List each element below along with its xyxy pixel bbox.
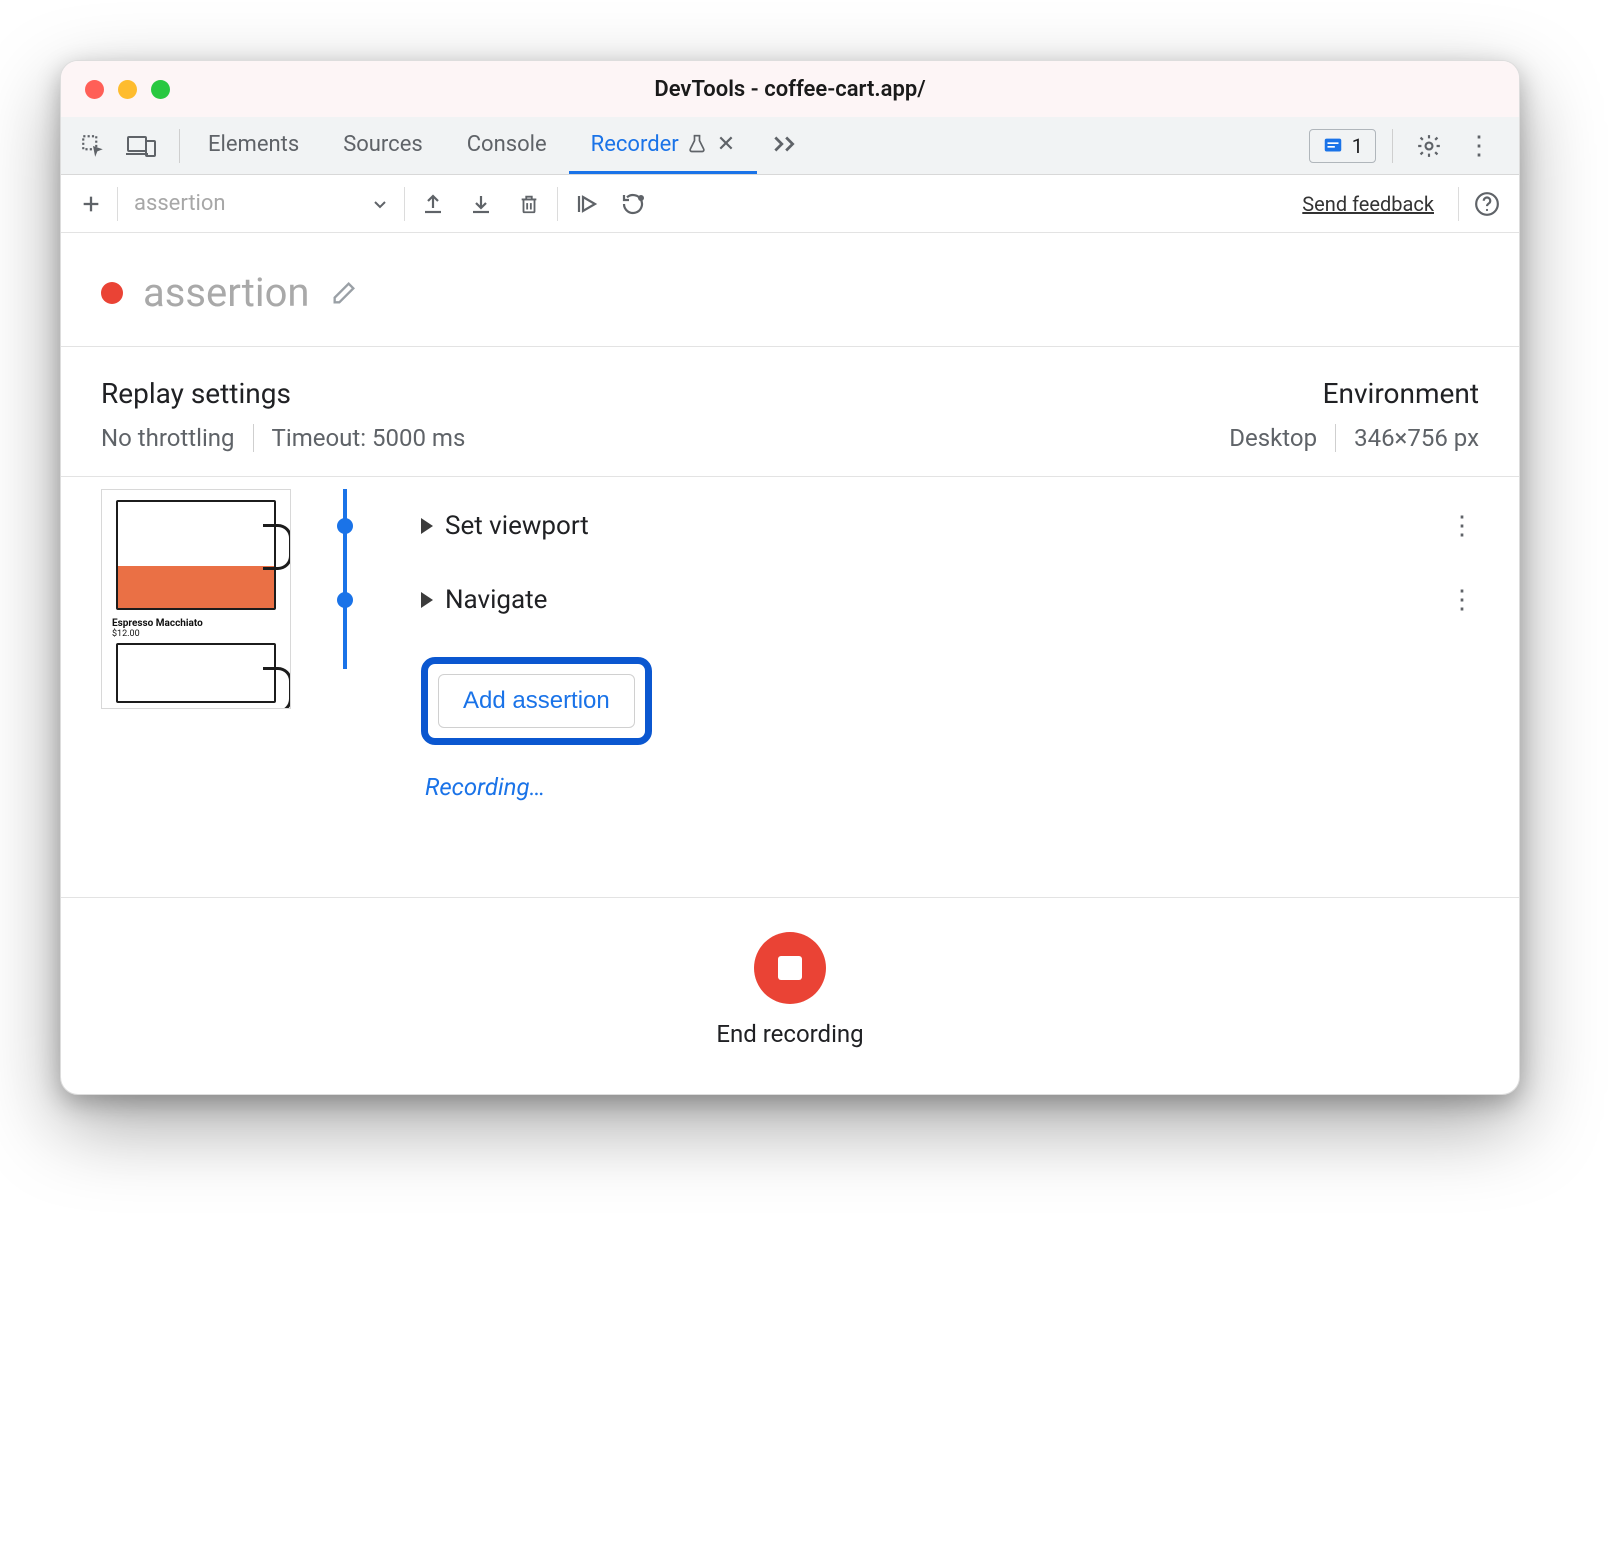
timeline-dot-icon bbox=[337, 518, 353, 534]
steps-timeline: Set viewport ⋮ Navigate ⋮ Add assertion … bbox=[331, 489, 1479, 857]
inspect-element-icon[interactable] bbox=[73, 126, 113, 166]
window-close-button[interactable] bbox=[85, 80, 104, 99]
tab-recorder[interactable]: Recorder ✕ bbox=[569, 117, 758, 174]
environment-viewport: 346×756 px bbox=[1354, 424, 1479, 452]
issues-badge[interactable]: 1 bbox=[1309, 129, 1376, 163]
timeline-dot-icon bbox=[337, 592, 353, 608]
throttling-value[interactable]: No throttling bbox=[101, 424, 235, 452]
tab-sources[interactable]: Sources bbox=[321, 117, 445, 174]
step-label: Navigate bbox=[445, 585, 547, 615]
panel-tabs: Elements Sources Console Recorder ✕ bbox=[186, 117, 811, 174]
window-title: DevTools - coffee-cart.app/ bbox=[61, 77, 1519, 102]
import-icon[interactable] bbox=[461, 184, 501, 224]
devtools-window: DevTools - coffee-cart.app/ Elements So bbox=[60, 60, 1520, 1095]
window-zoom-button[interactable] bbox=[151, 80, 170, 99]
preview-product-image bbox=[116, 643, 276, 703]
disclosure-triangle-icon[interactable] bbox=[421, 592, 433, 608]
window-titlebar: DevTools - coffee-cart.app/ bbox=[61, 61, 1519, 117]
timeout-value[interactable]: Timeout: 5000 ms bbox=[272, 424, 466, 452]
timeline-rail bbox=[343, 489, 347, 669]
preview-product-label: Espresso Macchiato bbox=[112, 618, 284, 629]
performance-replay-icon[interactable] bbox=[614, 184, 654, 224]
recorder-footer: End recording bbox=[61, 897, 1519, 1094]
chevron-down-icon bbox=[372, 196, 388, 212]
recording-title: assertion bbox=[143, 269, 310, 316]
delete-icon[interactable] bbox=[509, 184, 549, 224]
environment-device: Desktop bbox=[1229, 424, 1317, 452]
recording-select[interactable]: assertion bbox=[126, 191, 396, 216]
step-options-icon[interactable]: ⋮ bbox=[1449, 585, 1479, 615]
recorder-toolbar: assertion bbox=[61, 175, 1519, 233]
experiment-icon bbox=[687, 134, 707, 154]
edit-title-icon[interactable] bbox=[330, 279, 358, 307]
environment-heading: Environment bbox=[790, 377, 1479, 410]
settings-row: Replay settings No throttling Timeout: 5… bbox=[61, 347, 1519, 477]
tab-elements[interactable]: Elements bbox=[186, 117, 321, 174]
new-recording-icon[interactable] bbox=[73, 193, 109, 215]
end-recording-button[interactable] bbox=[754, 932, 826, 1004]
add-assertion-button[interactable]: Add assertion bbox=[438, 674, 635, 728]
step-options-icon[interactable]: ⋮ bbox=[1449, 511, 1479, 541]
replay-settings-heading: Replay settings bbox=[101, 377, 790, 410]
end-recording-label: End recording bbox=[716, 1020, 863, 1048]
replay-icon[interactable] bbox=[566, 184, 606, 224]
send-feedback-link[interactable]: Send feedback bbox=[1302, 192, 1434, 216]
stop-icon bbox=[778, 956, 802, 980]
preview-product-price: $12.00 bbox=[112, 629, 284, 639]
timeline-step[interactable]: Set viewport ⋮ bbox=[331, 489, 1479, 563]
timeline-area: Espresso Macchiato $12.00 Set viewport ⋮… bbox=[61, 477, 1519, 897]
issues-count: 1 bbox=[1352, 134, 1363, 158]
traffic-lights bbox=[61, 80, 170, 99]
export-icon[interactable] bbox=[413, 184, 453, 224]
step-label: Set viewport bbox=[445, 511, 589, 541]
window-minimize-button[interactable] bbox=[118, 80, 137, 99]
help-icon[interactable] bbox=[1467, 184, 1507, 224]
recording-indicator-icon bbox=[101, 282, 123, 304]
page-preview: Espresso Macchiato $12.00 bbox=[101, 489, 291, 709]
recording-status: Recording… bbox=[425, 773, 1479, 801]
settings-icon[interactable] bbox=[1409, 126, 1449, 166]
recording-title-row: assertion bbox=[61, 233, 1519, 347]
more-tabs-icon[interactable] bbox=[757, 117, 811, 174]
add-assertion-highlight: Add assertion bbox=[421, 657, 652, 745]
disclosure-triangle-icon[interactable] bbox=[421, 518, 433, 534]
devtools-tabstrip: Elements Sources Console Recorder ✕ bbox=[61, 117, 1519, 175]
recording-select-value: assertion bbox=[134, 191, 226, 216]
more-options-icon[interactable]: ⋮ bbox=[1459, 126, 1499, 166]
tab-console[interactable]: Console bbox=[445, 117, 569, 174]
close-tab-icon[interactable]: ✕ bbox=[717, 132, 735, 157]
preview-product-image bbox=[116, 500, 276, 610]
timeline-step[interactable]: Navigate ⋮ bbox=[331, 563, 1479, 637]
device-toolbar-icon[interactable] bbox=[121, 126, 161, 166]
